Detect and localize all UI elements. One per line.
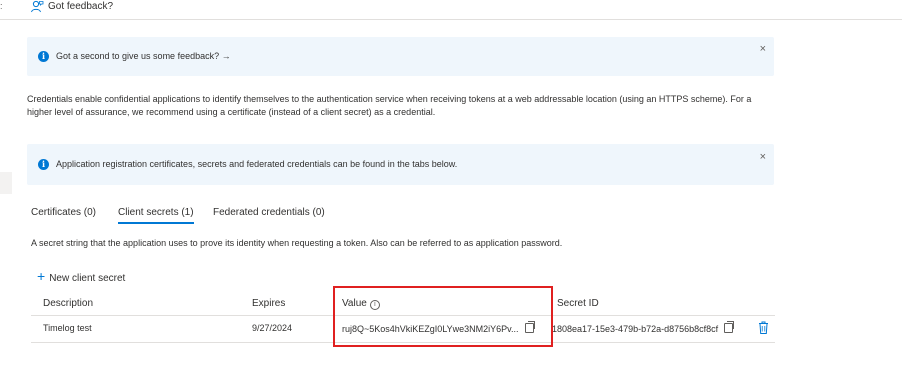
info-banner-text: Application registration certificates, s… xyxy=(56,159,458,169)
row-expires: 9/27/2024 xyxy=(252,323,293,333)
feedback-banner-link[interactable]: Got a second to give us some feedback? → xyxy=(56,51,231,61)
secret-id-text: 1808ea17-15e3-479b-b72a-d8756b8cf8cf xyxy=(552,324,719,334)
column-header-secret-id: Secret ID xyxy=(557,298,599,309)
command-bar xyxy=(0,0,902,20)
left-edge-glyph: : xyxy=(0,1,3,11)
row-description: Timelog test xyxy=(43,323,92,333)
tab-federated-credentials[interactable]: Federated credentials (0) xyxy=(213,207,325,222)
info-icon: i xyxy=(38,159,49,170)
delete-icon[interactable] xyxy=(758,321,769,334)
copy-icon[interactable] xyxy=(724,321,735,333)
new-client-secret-button[interactable]: + New client secret xyxy=(37,268,126,284)
tab-client-secrets[interactable]: Client secrets (1) xyxy=(118,207,194,224)
close-icon[interactable]: × xyxy=(760,152,766,163)
column-header-expires: Expires xyxy=(252,298,286,309)
credentials-description: Credentials enable confidential applicat… xyxy=(27,94,752,117)
column-header-description: Description xyxy=(43,298,94,309)
side-scroll-marker xyxy=(0,172,12,194)
feedback-person-icon[interactable] xyxy=(30,0,44,13)
close-icon[interactable]: × xyxy=(760,44,766,55)
value-column-highlight xyxy=(333,286,553,347)
new-client-secret-label: New client secret xyxy=(49,273,126,284)
got-feedback-button[interactable]: Got feedback? xyxy=(48,1,113,13)
plus-icon: + xyxy=(37,268,46,284)
tab-certificates[interactable]: Certificates (0) xyxy=(31,207,96,222)
feedback-banner: i Got a second to give us some feedback?… xyxy=(27,37,774,76)
info-icon: i xyxy=(38,51,49,62)
info-banner: i Application registration certificates,… xyxy=(27,144,774,185)
row-secret-id: 1808ea17-15e3-479b-b72a-d8756b8cf8cf xyxy=(552,321,735,334)
client-secret-help-text: A secret string that the application use… xyxy=(31,238,563,248)
